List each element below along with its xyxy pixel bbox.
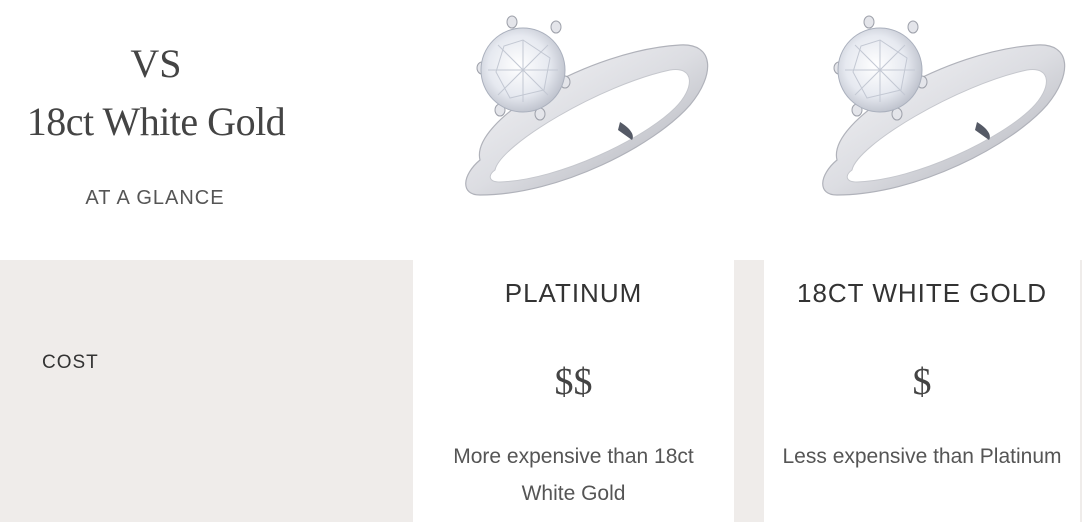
heading-metal: 18ct White Gold xyxy=(26,99,286,144)
white-gold-ring-image xyxy=(822,15,1066,196)
cost-description: Less expensive than Platinum xyxy=(782,445,1062,468)
platinum-ring-image xyxy=(465,15,709,196)
column-heading: 18CT WHITE GOLD xyxy=(796,278,1047,308)
column-divider xyxy=(734,260,764,522)
white-gold-column: 18CT WHITE GOLD $ Less expensive than Pl… xyxy=(764,260,1080,522)
row-label-cost: COST xyxy=(42,352,99,373)
row-label-panel xyxy=(0,260,413,522)
cost-rating: $ xyxy=(912,361,932,403)
at-a-glance-subtitle: AT A GLANCE xyxy=(85,187,225,209)
platinum-column: PLATINUM $$ More expensive than 18ct Whi… xyxy=(413,260,734,522)
cost-description: More expensive than 18ct White Gold xyxy=(453,445,694,505)
column-heading: PLATINUM xyxy=(504,278,643,308)
cost-rating: $$ xyxy=(554,361,593,403)
heading-vs: VS xyxy=(130,41,182,86)
